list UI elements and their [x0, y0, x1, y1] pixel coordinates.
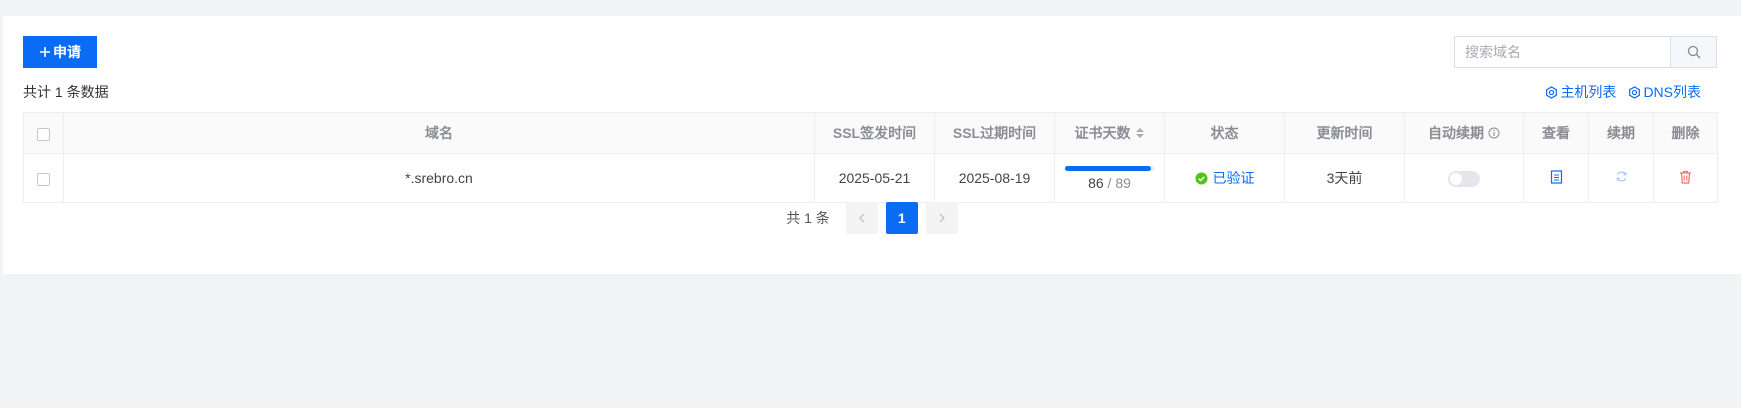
- header-status: 状态: [1164, 112, 1285, 154]
- document-icon[interactable]: [1550, 169, 1563, 184]
- cert-days-separator: /: [1107, 174, 1112, 191]
- cell-view: [1523, 153, 1589, 203]
- header-cert-days-label: 证书天数: [1074, 125, 1131, 141]
- header-ssl-expire: SSL过期时间: [934, 112, 1055, 154]
- auto-renew-toggle[interactable]: [1448, 170, 1480, 187]
- gear-icon: [1628, 85, 1641, 99]
- info-circle-icon[interactable]: [1488, 127, 1500, 139]
- dns-list-link[interactable]: DNS列表: [1628, 82, 1701, 102]
- cell-domain: *.srebro.cn: [63, 153, 815, 203]
- header-ssl-issue: SSL签发时间: [814, 112, 935, 154]
- cert-days-left: 86: [1088, 174, 1104, 191]
- search-button[interactable]: [1670, 37, 1716, 67]
- plus-icon: [39, 46, 51, 58]
- page-button-1[interactable]: 1: [885, 202, 918, 234]
- trash-icon[interactable]: [1679, 170, 1692, 184]
- cert-days-total: 89: [1115, 174, 1131, 191]
- cell-updated: 3天前: [1284, 153, 1405, 203]
- table-row: *.srebro.cn 2025-05-21 2025-08-19 86 / 8…: [23, 153, 1718, 203]
- cell-ssl-issue: 2025-05-21: [814, 153, 935, 203]
- search-input[interactable]: [1455, 37, 1670, 67]
- header-renew: 续期: [1588, 112, 1654, 154]
- main-panel: 申请 共计 1 条数据 主机列表 DNS列表: [3, 16, 1741, 274]
- apply-button[interactable]: 申请: [23, 36, 97, 68]
- pagination-total: 共 1 条: [786, 210, 830, 226]
- cell-status: 已验证: [1164, 153, 1285, 203]
- row-checkbox[interactable]: [37, 172, 50, 186]
- sort-icon[interactable]: [1135, 127, 1145, 139]
- prev-page-button[interactable]: [845, 202, 878, 234]
- header-delete: 删除: [1653, 112, 1718, 154]
- gear-icon: [1545, 85, 1558, 99]
- cert-days-text: 86 / 89: [1055, 175, 1164, 191]
- row-select-cell: [23, 153, 64, 203]
- header-links: 主机列表 DNS列表: [1545, 82, 1701, 102]
- pagination: 共 1 条 1: [3, 202, 1741, 234]
- dns-list-label: DNS列表: [1643, 84, 1701, 100]
- host-list-link[interactable]: 主机列表: [1545, 82, 1616, 102]
- total-count: 共计 1 条数据: [23, 84, 109, 100]
- chevron-left-icon: [858, 213, 866, 223]
- search-box: [1454, 36, 1717, 68]
- refresh-icon[interactable]: [1615, 170, 1628, 183]
- cell-ssl-expire: 2025-08-19: [934, 153, 1055, 203]
- host-list-label: 主机列表: [1560, 84, 1617, 100]
- cell-delete: [1653, 153, 1718, 203]
- cell-cert-days: 86 / 89: [1054, 153, 1165, 203]
- status-label: 已验证: [1212, 170, 1255, 186]
- header-cert-days[interactable]: 证书天数: [1054, 112, 1165, 154]
- search-icon: [1687, 45, 1701, 59]
- cell-auto-renew: [1404, 153, 1524, 203]
- cell-renew: [1588, 153, 1654, 203]
- header-view: 查看: [1523, 112, 1589, 154]
- next-page-button[interactable]: [925, 202, 958, 234]
- chevron-right-icon: [938, 213, 946, 223]
- apply-button-label: 申请: [53, 44, 81, 60]
- certificate-table: 域名 SSL签发时间 SSL过期时间 证书天数 状态 更新时间 自动续期 查看 …: [23, 112, 1718, 203]
- cert-days-progress-fill: [1064, 165, 1152, 171]
- table-header-row: 域名 SSL签发时间 SSL过期时间 证书天数 状态 更新时间 自动续期 查看 …: [23, 112, 1718, 154]
- header-select-all: [23, 112, 64, 154]
- header-auto-renew-label: 自动续期: [1428, 125, 1484, 141]
- cert-days-progress-bar: [1064, 165, 1155, 171]
- status-badge: 已验证: [1194, 168, 1255, 188]
- header-domain: 域名: [63, 112, 815, 154]
- header-updated: 更新时间: [1284, 112, 1405, 154]
- header-auto-renew: 自动续期: [1404, 112, 1524, 154]
- select-all-checkbox[interactable]: [37, 127, 50, 141]
- check-circle-icon: [1194, 171, 1208, 185]
